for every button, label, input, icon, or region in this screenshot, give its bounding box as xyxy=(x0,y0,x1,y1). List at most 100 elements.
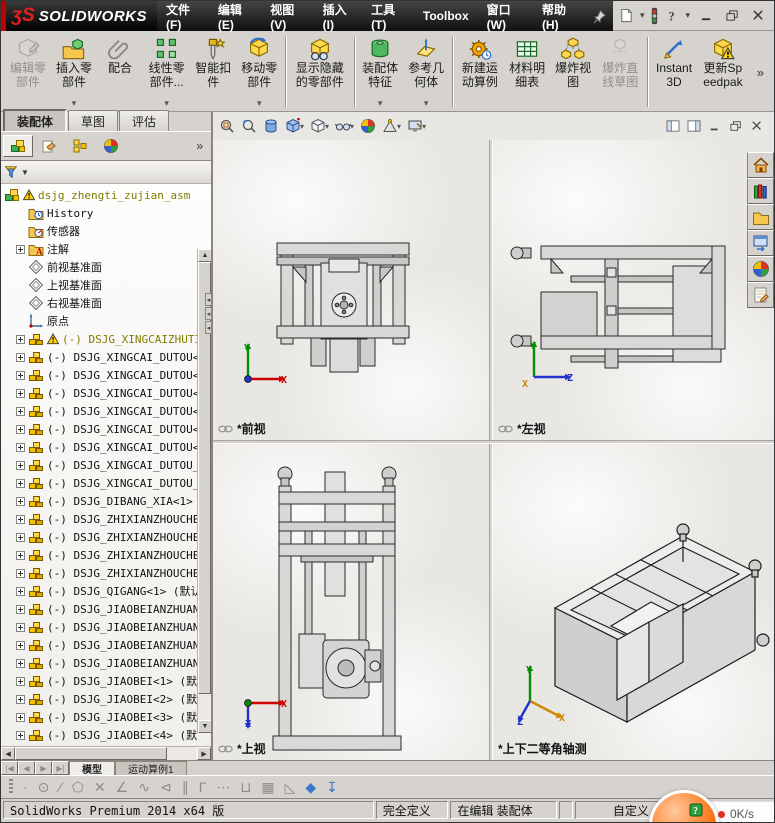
expand-icon[interactable] xyxy=(16,533,25,542)
dropdown-caret-icon[interactable]: ▾ xyxy=(72,98,77,110)
tree-item-28[interactable]: (-) DSJG_JIAOBEI<3> (默 xyxy=(4,708,197,726)
viewport-top[interactable]: XZ *上视 xyxy=(213,444,489,760)
motion-nav-button-1[interactable]: ◀ xyxy=(18,761,35,775)
expand-icon[interactable] xyxy=(16,677,25,686)
cmd-move-component-button[interactable]: 移动零部件▾ xyxy=(236,33,282,111)
tree-item-12[interactable]: (-) DSJG_XINGCAI_DUTOU< xyxy=(4,420,197,438)
motion-nav-button-3[interactable]: ▶| xyxy=(52,761,69,775)
cmd-mate-button[interactable]: 配合 xyxy=(97,33,143,111)
restore-button[interactable] xyxy=(722,8,742,24)
tree-item-25[interactable]: (-) DSJG_JIAOBEIANZHUAN xyxy=(4,654,197,672)
viewport-left[interactable]: YZX *左视 xyxy=(493,140,774,440)
linear-sketch-pattern-icon[interactable]: ∥ xyxy=(182,780,189,794)
scroll-right-button[interactable]: ▶ xyxy=(197,747,211,760)
circle-icon[interactable]: ⊙ xyxy=(38,780,50,794)
dropdown-caret-icon[interactable]: ▾ xyxy=(378,98,383,110)
new-document-caret-icon[interactable]: ▾ xyxy=(640,10,645,21)
dropdown-caret-icon[interactable]: ▾ xyxy=(257,98,262,110)
motion-nav-button-0[interactable]: |◀ xyxy=(1,761,18,775)
scroll-up-button[interactable]: ▲ xyxy=(198,249,211,262)
panel-splitter-control[interactable]: ◂◂◂ xyxy=(205,293,212,334)
tree-item-20[interactable]: (-) DSJG_ZHIXIANZHOUCHE xyxy=(4,564,197,582)
doc-restore-button[interactable] xyxy=(729,120,743,132)
expand-icon[interactable] xyxy=(16,479,25,488)
new-document-icon[interactable] xyxy=(619,8,634,23)
scroll-down-button[interactable]: ▼ xyxy=(198,720,211,733)
dropdown-caret-icon[interactable]: ▾ xyxy=(422,122,426,131)
doc-tab-0[interactable]: 模型 xyxy=(69,761,115,775)
ribbon-tab-2[interactable]: 评估 xyxy=(119,110,169,131)
menu-item-3[interactable]: 插入(I) xyxy=(314,1,362,32)
expand-icon[interactable] xyxy=(16,569,25,578)
tree-item-15[interactable]: (-) DSJG_XINGCAI_DUTOU_ xyxy=(4,474,197,492)
tree-item-0[interactable]: History xyxy=(4,204,197,222)
expand-icon[interactable] xyxy=(16,389,25,398)
doc-close-button[interactable] xyxy=(750,120,764,132)
close-button[interactable] xyxy=(748,8,768,24)
point-icon[interactable]: · xyxy=(23,780,28,794)
expand-icon[interactable] xyxy=(16,551,25,560)
dropdown-caret-icon[interactable]: ▾ xyxy=(350,122,354,131)
ribbon-tab-0[interactable]: 装配体 xyxy=(3,109,67,131)
expand-icon[interactable] xyxy=(16,695,25,704)
convert-entities-icon[interactable]: ⋯ xyxy=(216,780,230,794)
edit-appearance-button[interactable] xyxy=(360,118,376,134)
tree-item-2[interactable]: A注解 xyxy=(4,240,197,258)
panel-collapse-arrow-0[interactable]: ◂ xyxy=(205,293,212,306)
expand-icon[interactable] xyxy=(16,659,25,668)
mirror-entities-icon[interactable]: ⊲ xyxy=(160,780,172,794)
expand-icon[interactable] xyxy=(16,641,25,650)
cmd-instant3d-button[interactable]: Instant3D xyxy=(651,33,697,111)
expand-icon[interactable] xyxy=(16,587,25,596)
tree-item-6[interactable]: 原点 xyxy=(4,312,197,330)
polygon-icon[interactable]: ⬠ xyxy=(72,780,84,794)
taskpane-design-library-tab[interactable] xyxy=(747,178,774,204)
help-icon[interactable]: ? xyxy=(665,9,679,23)
tree-item-1[interactable]: 传感器 xyxy=(4,222,197,240)
cmd-bom-button[interactable]: 材料明细表 xyxy=(504,33,550,111)
expand-icon[interactable] xyxy=(16,713,25,722)
filter-caret-icon[interactable]: ▼ xyxy=(21,168,29,177)
expand-icon[interactable] xyxy=(16,623,25,632)
display-manager-tab[interactable] xyxy=(96,135,126,157)
hide-show-items-button[interactable]: ▾ xyxy=(335,118,354,134)
view-settings-button[interactable]: ▾ xyxy=(407,118,426,134)
tree-item-22[interactable]: (-) DSJG_JIAOBEIANZHUAN xyxy=(4,600,197,618)
dropdown-caret-icon[interactable]: ▾ xyxy=(164,98,169,110)
menu-item-6[interactable]: 窗口(W) xyxy=(478,1,533,32)
viewport-front[interactable]: YX *前视 xyxy=(213,140,489,440)
cmd-reference-geometry-button[interactable]: 参考几何体▾ xyxy=(403,33,449,111)
tree-item-17[interactable]: (-) DSJG_ZHIXIANZHOUCHE xyxy=(4,510,197,528)
corner-rectangle-icon[interactable]: Γ xyxy=(199,780,207,794)
menu-item-5[interactable]: Toolbox xyxy=(414,9,478,23)
tree-horizontal-scrollbar[interactable]: ◀ ▶ xyxy=(1,746,211,760)
tree-item-14[interactable]: (-) DSJG_XINGCAI_DUTOU_ xyxy=(4,456,197,474)
tree-item-24[interactable]: (-) DSJG_JIAOBEIANZHUAN xyxy=(4,636,197,654)
line-icon[interactable]: ∕ xyxy=(59,780,61,794)
cmd-insert-component-button[interactable]: 插入零部件▾ xyxy=(51,33,97,111)
dropdown-caret-icon[interactable]: ▾ xyxy=(397,122,401,131)
toolbar-overflow-button[interactable]: » xyxy=(749,65,772,80)
panel-collapse-arrow-2[interactable]: ◂ xyxy=(205,321,212,334)
pin-icon[interactable] xyxy=(586,1,613,31)
scroll-left-button[interactable]: ◀ xyxy=(1,747,15,760)
3d-cube-icon[interactable]: ◆ xyxy=(305,780,316,794)
pane-left-icon[interactable] xyxy=(666,120,680,132)
tree-item-27[interactable]: (-) DSJG_JIAOBEI<2> (默 xyxy=(4,690,197,708)
status-light-icon[interactable] xyxy=(650,7,659,25)
taskpane-view-palette-tab[interactable] xyxy=(747,230,774,256)
section-view-button[interactable] xyxy=(263,118,279,134)
doc-minimize-button[interactable] xyxy=(708,120,722,132)
tree-item-16[interactable]: (-) DSJG_DIBANG_XIA<1> xyxy=(4,492,197,510)
expand-icon[interactable] xyxy=(16,497,25,506)
tree-item-13[interactable]: (-) DSJG_XINGCAI_DUTOU< xyxy=(4,438,197,456)
grid-icon[interactable]: ▦ xyxy=(261,780,274,794)
toolbar-grip[interactable] xyxy=(9,779,13,795)
tree-item-3[interactable]: 前视基准面 xyxy=(4,258,197,276)
expand-icon[interactable] xyxy=(16,461,25,470)
dropdown-caret-icon[interactable]: ▾ xyxy=(424,98,429,110)
cmd-smart-fasteners-button[interactable]: 智能扣件 xyxy=(190,33,236,111)
taskpane-file-explorer-tab[interactable] xyxy=(747,204,774,230)
taskpane-custom-properties-tab[interactable] xyxy=(747,282,774,308)
pane-right-icon[interactable] xyxy=(687,120,701,132)
